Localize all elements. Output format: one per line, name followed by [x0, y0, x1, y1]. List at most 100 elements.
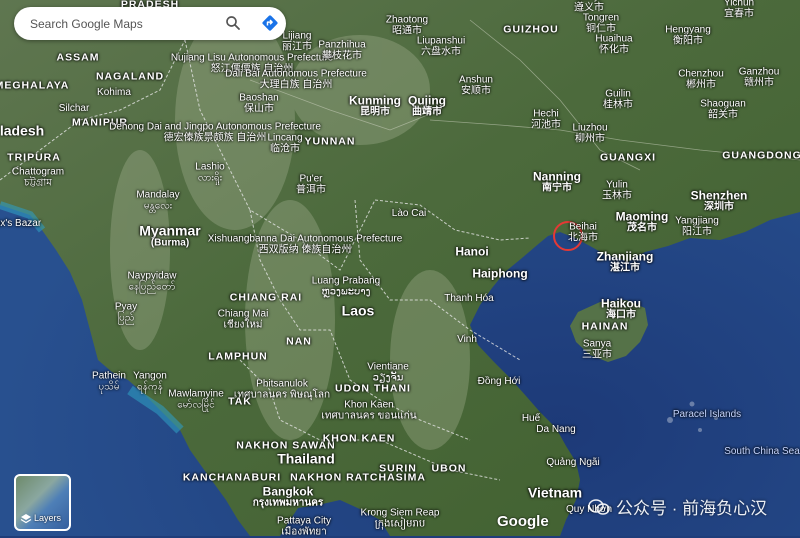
map-label-tongren[interactable]: Tongren 铜仁市 [583, 13, 619, 35]
map-label-lamphun[interactable]: LAMPHUN [208, 351, 268, 362]
map-label-zhanjiang[interactable]: Zhanjiang 湛江市 [597, 250, 654, 273]
map-label-text: Shaoguan [700, 98, 746, 110]
map-label-krong[interactable]: Krong Siem Reap ក្រុងសៀមរាប [361, 508, 440, 530]
map-label-pattaya[interactable]: Pattaya City เมืองพัทยา [277, 515, 331, 538]
map-label-chiangrai[interactable]: CHIANG RAI [230, 292, 302, 303]
map-label-vientiane[interactable]: Vientiane ວຽງຈັນ [367, 362, 409, 384]
map-label-text: Pattaya City [277, 515, 331, 527]
map-label-mawlamyine[interactable]: Mawlamyine မော်လမြိုင် [168, 389, 224, 411]
map-label-xishuangbanna[interactable]: Xishuangbanna Dai Autonomous Prefecture 西… [208, 234, 403, 256]
map-label-lincang[interactable]: Lincang 临沧市 [267, 133, 302, 155]
map-label-maoming[interactable]: Maoming 茂名市 [616, 210, 669, 233]
map-label-guilin[interactable]: Guilin 桂林市 [603, 89, 633, 111]
map-label-guangxi[interactable]: GUANGXI [600, 152, 656, 163]
map-label-hue[interactable]: Huế [522, 413, 540, 425]
map-label-text: Yangjiang [675, 215, 719, 227]
map-label-ganzhou[interactable]: Ganzhou 赣州市 [739, 67, 780, 89]
map-label-thailand[interactable]: Thailand [277, 451, 335, 467]
map-label-yichun[interactable]: Yichun 宜春市 [724, 0, 754, 20]
map-label-guangdong[interactable]: GUANGDONG [722, 150, 800, 161]
map-label-liuzhou[interactable]: Liuzhou 柳州市 [572, 123, 607, 145]
map-label-vietnam[interactable]: Vietnam [528, 485, 582, 501]
map-label-zhaotong[interactable]: Zhaotong 昭通市 [386, 15, 428, 37]
map-label-coxsbazar[interactable]: ox's Bazar [0, 218, 41, 230]
map-label-chiangmai[interactable]: Chiang Mai เชียงใหม่ [218, 309, 269, 331]
map-label-pathein[interactable]: Pathein ပုသိမ် [92, 371, 126, 393]
layers-button[interactable]: Layers [14, 474, 71, 531]
map-label-vinh[interactable]: Vinh [457, 334, 477, 346]
map-label-guizhou[interactable]: GUIZHOU [503, 24, 558, 35]
map-label-chattogram[interactable]: Chattogram চট্টগ্রাম [11, 166, 65, 189]
map-label-tripura[interactable]: TRIPURA [7, 152, 61, 163]
map-label-native-text: 赣州市 [744, 77, 774, 88]
map-label-udonthani[interactable]: UDON THANI [335, 383, 411, 394]
map-label-luangprabang[interactable]: Luang Prabang ຫຼວງພະບາງ [312, 276, 380, 298]
map-label-laocai[interactable]: Lào Cai [392, 208, 426, 220]
map-label-mandalay[interactable]: Mandalay မန္တလေး [136, 190, 179, 212]
map-label-hanoi[interactable]: Hanoi [455, 245, 488, 259]
map-label-haiphong[interactable]: Haiphong [472, 267, 527, 281]
map-label-beihai[interactable]: Beihai 北海市 [568, 222, 598, 244]
map-label-meghalaya[interactable]: MEGHALAYA [0, 80, 69, 91]
map-label-kanchanaburi[interactable]: KANCHANABURI [183, 472, 281, 483]
map-label-kunming[interactable]: Kunming 昆明市 [349, 94, 401, 117]
map-label-silchar[interactable]: Silchar [59, 103, 90, 115]
map-label-naypyidaw[interactable]: Naypyidaw နေပြည်တော် [128, 271, 177, 293]
map-label-danang[interactable]: Da Nang [536, 424, 575, 436]
map-label-text: Pu'er [299, 173, 323, 185]
map-label-lijiang[interactable]: Lijiang 丽江市 [282, 30, 312, 53]
map-label-bangladesh[interactable]: ladesh [0, 123, 44, 139]
map-label-paracel[interactable]: Paracel Islands [673, 409, 741, 421]
search-icon[interactable] [224, 14, 242, 32]
map-label-quangngai[interactable]: Quảng Ngãi [546, 457, 599, 469]
map-label-native-text: (Burma) [150, 237, 190, 249]
map-label-khonkaen[interactable]: Khon Kaen เทศบาลนคร ขอนแก่น [321, 400, 416, 422]
map-label-zunyi[interactable]: Zunyi遵义市 [574, 0, 604, 14]
map-label-yunnan[interactable]: YUNNAN [305, 136, 356, 147]
search-input[interactable] [28, 14, 222, 34]
map-label-tak[interactable]: TAK [228, 396, 252, 407]
map-label-donghoi[interactable]: Đồng Hới [478, 376, 521, 388]
map-label-hengyang[interactable]: Hengyang 衡阳市 [665, 25, 711, 47]
map-label-laos[interactable]: Laos [342, 303, 375, 319]
map-label-thanhhoa[interactable]: Thanh Hóa [444, 293, 493, 305]
map-label-panzhihua[interactable]: Panzhihua 攀枝花市 [318, 40, 365, 62]
map-label-myanmar[interactable]: Myanmar (Burma) [139, 223, 200, 248]
map-label-nan[interactable]: NAN [286, 336, 312, 347]
map-label-text: Chattogram [11, 166, 65, 178]
map-label-yangon[interactable]: Yangon ရန်ကုန် [133, 371, 167, 393]
map-label-qujing[interactable]: Qujing 曲靖市 [408, 94, 446, 117]
map-label-baoshan[interactable]: Baoshan 保山市 [239, 93, 278, 115]
map-label-liupanshui[interactable]: Liupanshui 六盘水市 [417, 36, 465, 58]
map-label-assam[interactable]: ASSAM [57, 52, 100, 63]
search-box[interactable] [14, 7, 286, 40]
map-label-lashio[interactable]: Lashio လားရှိုး [195, 162, 224, 184]
map-label-kohima[interactable]: Kohima [97, 87, 131, 99]
map-label-yangjiang[interactable]: Yangjiang 阳江市 [675, 215, 719, 238]
map-label-anshun[interactable]: Anshun 安顺市 [459, 75, 493, 97]
map-label-hainan[interactable]: HAINAN [582, 321, 629, 332]
map-label-sanya[interactable]: Sanya 三亚市 [582, 339, 612, 361]
map-label-surin[interactable]: SURIN [379, 463, 417, 474]
map-label-chenzhou[interactable]: Chenzhou 郴州市 [678, 69, 724, 91]
map-label-pyay[interactable]: Pyay ပြည် [115, 302, 137, 324]
map-label-shenzhen[interactable]: Shenzhen 深圳市 [691, 189, 748, 212]
directions-icon[interactable] [260, 13, 280, 33]
map-label-text: Lijiang [282, 30, 312, 42]
map-label-native-text: 安顺市 [460, 85, 491, 96]
map-label-yulin[interactable]: Yulin 玉林市 [602, 180, 632, 202]
map-label-khonkaenreg[interactable]: KHON KAEN [323, 433, 396, 444]
map-label-nanning[interactable]: Nanning 南宁市 [533, 170, 581, 193]
map-label-puer[interactable]: Pu'er 普洱市 [296, 173, 326, 196]
map-label-text: Yichun [723, 0, 755, 9]
map-label-dali[interactable]: Dali Bai Autonomous Prefecture 大理白族 自治州 [225, 69, 367, 91]
map-label-huaihua[interactable]: Huaihua 怀化市 [595, 34, 632, 56]
map-label-haikou[interactable]: Haikou 海口市 [601, 297, 641, 320]
map-label-text: Kunming [349, 93, 401, 108]
map-label-southchina[interactable]: South China Sea [724, 446, 800, 458]
map-label-hechi[interactable]: Hechi 河池市 [531, 109, 561, 131]
map-label-shaoguan[interactable]: Shaoguan 韶关市 [700, 98, 746, 121]
map-label-nagaland[interactable]: NAGALAND [96, 71, 164, 82]
map-label-bangkok[interactable]: Bangkok กรุงเทพมหานคร [253, 485, 324, 508]
map-label-ubon[interactable]: UBON [432, 463, 467, 474]
